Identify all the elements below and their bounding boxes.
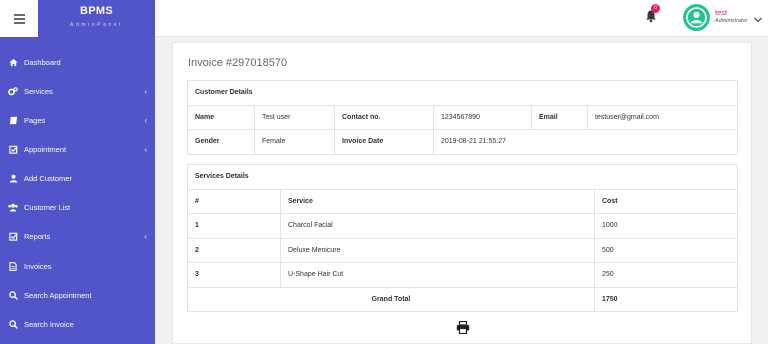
service-number: 2: [187, 237, 281, 263]
file-icon: [8, 262, 18, 272]
print-icon[interactable]: [456, 320, 470, 335]
table-row: 2 Deluxe Menicure 500: [187, 237, 738, 263]
page-title: Invoice #297018570: [188, 57, 288, 69]
table-row: Services Details: [187, 164, 738, 190]
sidebar-item-label: Search Invoice: [24, 320, 74, 329]
gender-label: Gender: [187, 129, 255, 155]
sidebar-item-label: Invoices: [24, 262, 52, 271]
brand-title: BPMS: [80, 5, 113, 17]
search-icon: [8, 320, 18, 330]
sidebar-item-add-customer[interactable]: Add Customer: [0, 164, 155, 193]
table-row: 3 U-Shape Hair Cut 250: [187, 262, 738, 288]
sidebar-item-customer-list[interactable]: Customer List: [0, 193, 155, 222]
chevron-left-icon: ‹: [144, 87, 147, 96]
book-icon: [8, 116, 18, 126]
cogs-icon: [8, 87, 18, 97]
sidebar-item-label: Customer List: [24, 203, 71, 212]
sidebar-item-search-appointment[interactable]: Search Appointment: [0, 281, 155, 310]
sidebar-item-label: Add Customer: [24, 174, 72, 183]
checkbox-icon: [8, 145, 18, 155]
service-cost: 1000: [594, 213, 738, 239]
sidebar-item-dashboard[interactable]: Dashboard: [0, 48, 155, 77]
brand-logo[interactable]: BPMS AdminPanel: [38, 0, 155, 37]
home-icon: [8, 58, 18, 68]
sidebar-item-label: Pages: [24, 116, 46, 125]
hamburger-icon-bar: [13, 21, 25, 24]
service-name: Charcol Facial: [280, 213, 595, 239]
sidebar-item-label: Services: [24, 87, 53, 96]
sidebar-item-label: Search Appointment: [24, 291, 92, 300]
hamburger-icon-bar: [13, 17, 25, 20]
chevron-down-icon[interactable]: [753, 11, 763, 23]
sidebar-item-reports[interactable]: Reports ‹: [0, 222, 155, 251]
name-label: Name: [187, 104, 255, 131]
menu-toggle-button[interactable]: [0, 0, 38, 37]
table-row: Customer Details: [187, 80, 738, 106]
sidebar-item-appointment[interactable]: Appointment ‹: [0, 135, 155, 164]
customer-details-table: Customer Details Name Test user Contact …: [187, 80, 738, 155]
service-number: 1: [187, 213, 281, 239]
brand-subtitle: AdminPanel: [70, 22, 123, 28]
sidebar-item-label: Reports: [24, 232, 51, 241]
invoice-card: Invoice #297018570 Customer Details Name…: [172, 42, 752, 344]
service-name: Deluxe Menicure: [280, 237, 595, 263]
contact-label: Contact no.: [334, 104, 434, 131]
user-icon: [8, 174, 18, 184]
chevron-left-icon: ‹: [144, 145, 147, 154]
table-row: 1 Charcol Facial 1000: [187, 213, 738, 239]
sidebar-item-label: Dashboard: [24, 58, 61, 67]
gender-value: Female: [254, 129, 335, 155]
column-header-cost: Cost: [594, 188, 738, 214]
grand-total-value: 1750: [594, 286, 738, 312]
name-value: Test user: [254, 104, 335, 131]
user-name[interactable]: test: [715, 8, 727, 17]
chevron-left-icon: ‹: [144, 232, 147, 241]
user-role: Administrator: [715, 18, 748, 24]
users-icon: [8, 203, 18, 213]
sidebar-item-search-invoice[interactable]: Search Invoice: [0, 310, 155, 339]
sidebar-item-services[interactable]: Services ‹: [0, 77, 155, 106]
avatar[interactable]: [683, 4, 710, 31]
service-number: 3: [187, 262, 281, 288]
customer-details-heading: Customer Details: [187, 80, 738, 106]
chevron-left-icon: ‹: [144, 116, 147, 125]
invoice-date-value: 2019-08-21 21:55:27: [433, 129, 738, 155]
services-details-heading: Services Details: [187, 164, 738, 190]
email-label: Email: [531, 104, 588, 131]
invoice-date-label: Invoice Date: [334, 129, 434, 155]
services-details-table: Services Details # Service Cost 1 Charco…: [187, 164, 738, 312]
sidebar-item-invoices[interactable]: Invoices: [0, 252, 155, 281]
sidebar: BPMS AdminPanel Dashboard Services ‹ Pag…: [0, 0, 155, 344]
service-name: U-Shape Hair Cut: [280, 262, 595, 288]
table-header-row: # Service Cost: [187, 188, 738, 214]
hamburger-icon-bar: [13, 13, 25, 16]
notification-badge: 0: [651, 4, 660, 13]
sidebar-item-label: Appointment: [24, 145, 67, 154]
column-header-number: #: [187, 188, 281, 214]
service-cost: 500: [594, 237, 738, 263]
service-cost: 250: [594, 262, 738, 288]
grand-total-label: Grand Total: [187, 286, 595, 312]
contact-value: 1234567890: [433, 104, 532, 131]
top-header: 0 test Administrator: [155, 0, 768, 37]
table-row: Gender Female Invoice Date 2019-08-21 21…: [187, 129, 738, 155]
checkbox-icon: [8, 232, 18, 242]
column-header-service: Service: [280, 188, 595, 214]
search-icon: [8, 291, 18, 301]
table-row: Name Test user Contact no. 1234567890 Em…: [187, 104, 738, 131]
sidebar-item-pages[interactable]: Pages ‹: [0, 106, 155, 135]
email-value: testuser@gmail.com: [587, 104, 738, 131]
table-row: Grand Total 1750: [187, 286, 738, 312]
